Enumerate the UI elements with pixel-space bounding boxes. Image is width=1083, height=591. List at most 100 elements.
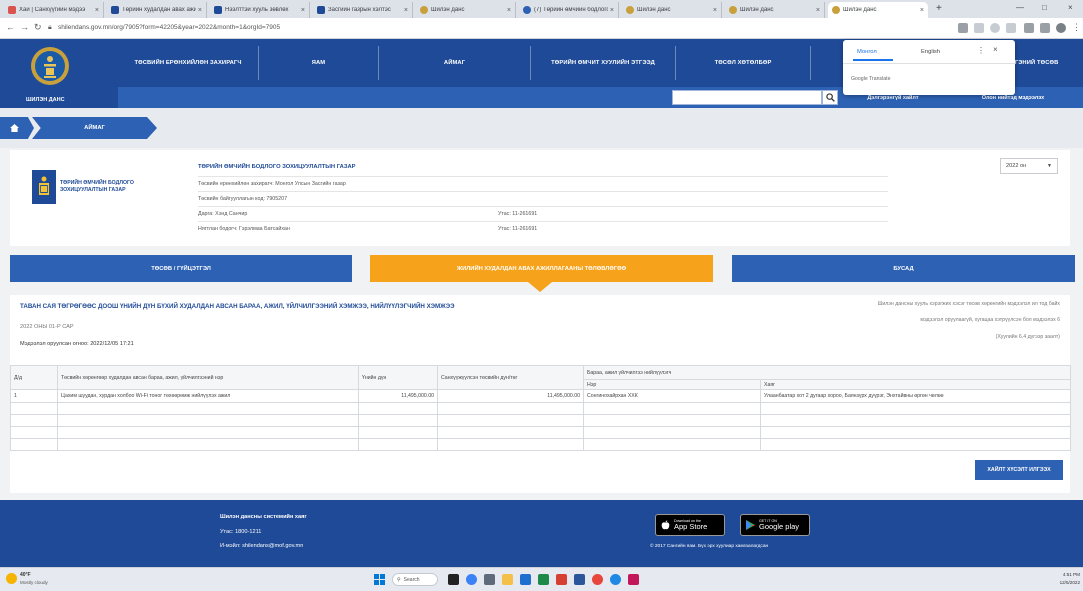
nav-projects-programs[interactable]: ТӨСӨЛ ХӨТӨЛБӨР: [676, 44, 810, 82]
tab-procurement-plan[interactable]: ЖИЛИЙН ХУДАЛДАН АВАХ АЖИЛЛАГААНЫ ТӨЛӨВЛӨ…: [370, 255, 713, 282]
windows-start-icon[interactable]: [374, 574, 385, 585]
browser-tab[interactable]: Нээлттэй хууль зөвлөх ×: [210, 2, 310, 18]
extension-icon[interactable]: [958, 23, 968, 33]
report-note: мэдээлэл оруулаагүй, хугацаа хэтрүүлсэн …: [920, 317, 1060, 323]
nav-ministries[interactable]: ЯАМ: [259, 44, 378, 82]
tab-close-icon[interactable]: ×: [816, 7, 820, 14]
table-cell: [583, 426, 761, 439]
browser-tab-title: Төрийн худалдан авах ажиллагаа: [122, 7, 196, 13]
tab-close-icon[interactable]: ×: [507, 7, 511, 14]
profile-icon[interactable]: [1056, 23, 1066, 33]
puzzle-icon[interactable]: [1006, 23, 1016, 33]
nav-aimag[interactable]: АЙМАГ: [379, 44, 530, 82]
chevron-down-icon: ▼: [1047, 163, 1052, 169]
browser-tab-title: Шилэн данс: [843, 7, 877, 13]
active-tab-pointer: [528, 282, 552, 292]
table-row-empty: [10, 426, 1072, 439]
nav-state-owned-entities[interactable]: ТӨРИЙН ӨМЧИТ ХУУЛИЙН ЭТГЭЭД: [531, 44, 675, 82]
nav-budget-governors[interactable]: ТӨСВИЙН ЕРӨНХИЙЛӨН ЗАХИРАГЧ: [118, 44, 258, 82]
taskbar-search-label: Search: [403, 576, 420, 583]
download-icon[interactable]: [1024, 23, 1034, 33]
table-cell: [358, 414, 438, 427]
word-icon[interactable]: [574, 574, 585, 585]
search-input[interactable]: [672, 90, 822, 105]
app-icon[interactable]: [628, 574, 639, 585]
edge-icon[interactable]: [610, 574, 621, 585]
footer-copyright: © 2017 Сангийн яам. Бүх эрх хуулиар хамг…: [650, 544, 769, 549]
widgets-icon[interactable]: [484, 574, 495, 585]
weather-icon[interactable]: [6, 573, 17, 584]
tab-close-icon[interactable]: ×: [404, 7, 408, 14]
taskbar-search[interactable]: ⚲ Search: [392, 573, 438, 586]
browser-tab[interactable]: Төрийн худалдан авах ажиллагаа×: [107, 2, 207, 18]
report-title: ТАВАН САЯ ТӨГРӨГӨӨС ДООШ ҮНИЙН ДҮН БҮХИЙ…: [20, 303, 455, 310]
browser-tab[interactable]: Шилэн данс ×: [416, 2, 516, 18]
tab-close-icon[interactable]: ×: [198, 7, 202, 14]
menu-kebab-icon[interactable]: ⋮: [1072, 22, 1081, 33]
lock-icon[interactable]: 🔒︎: [48, 22, 52, 33]
table-cell: [57, 438, 359, 451]
bookmark-star-icon[interactable]: [990, 23, 1000, 33]
browser-tab[interactable]: Хай | Санхүүгийн мэдээ ×: [4, 2, 104, 18]
excel-icon[interactable]: [538, 574, 549, 585]
organization-info-row: Нягтлан бодогч: Гэрэлмаа Батсайхан Утас: …: [198, 221, 888, 236]
organization-info-right: Утас: 11-261691: [498, 226, 538, 232]
clock-date[interactable]: 12/5/2022: [1042, 580, 1080, 585]
clock-time[interactable]: 4:51 PM: [1042, 572, 1080, 577]
maximize-icon[interactable]: □: [1042, 2, 1047, 14]
app-store-badge[interactable]: Download on the App Store: [655, 514, 725, 536]
chrome-icon[interactable]: [592, 574, 603, 585]
reload-icon[interactable]: ↻: [34, 22, 42, 33]
weather-desc[interactable]: Mostly cloudy: [20, 580, 48, 585]
browser-tab[interactable]: Шилэн данс ×: [725, 2, 825, 18]
google-play-badge[interactable]: GET IT ON Google play: [740, 514, 810, 536]
tab-close-icon[interactable]: ×: [95, 7, 99, 14]
browser-tab[interactable]: Засгийн газрын хэлтэс ×: [313, 2, 413, 18]
task-view-icon[interactable]: [448, 574, 459, 585]
organization-info-row: Дарга: Хэнд Санчир Утас: 11-261691: [198, 206, 888, 221]
tab-budget-performance[interactable]: ТӨСӨВ / ГҮЙЦЭТГЭЛ: [10, 255, 352, 282]
window-close-icon[interactable]: ×: [1068, 2, 1073, 14]
google-play-text: GET IT ON Google play: [759, 519, 799, 531]
search-icon: [825, 93, 835, 102]
url-field[interactable]: shilendans.gov.mn/org/7905?form=42205&ye…: [58, 24, 280, 31]
sidepanel-icon[interactable]: [1040, 23, 1050, 33]
tab-close-icon[interactable]: ×: [713, 7, 717, 14]
site-logo-label[interactable]: ШИЛЭН ДАНС: [26, 97, 65, 103]
browser-tab[interactable]: (7) Төрийн өмчийн бодлого ×: [519, 2, 619, 18]
tab-close-icon[interactable]: ×: [920, 7, 924, 14]
app-store-text: Download on the App Store: [674, 519, 707, 531]
send-request-button[interactable]: ХАЙЛТ ХҮСЭЛТ ИЛГЭЭХ: [975, 460, 1063, 480]
browser-tab-active[interactable]: Шилэн данс ×: [828, 2, 928, 18]
minimize-icon[interactable]: —: [1016, 2, 1024, 14]
procurement-table: Д/д Төсвийн хөрөнгөөр худалдан авсан бар…: [10, 365, 1072, 451]
file-explorer-icon[interactable]: [502, 574, 513, 585]
breadcrumb-item-aimag[interactable]: АЙМАГ: [32, 117, 157, 139]
browser-tab[interactable]: Шилэн данс ×: [622, 2, 722, 18]
share-icon[interactable]: [974, 23, 984, 33]
table-cell: [358, 438, 438, 451]
translate-label: Google Translate: [851, 76, 891, 82]
chat-icon[interactable]: [466, 574, 477, 585]
new-tab-icon[interactable]: +: [936, 3, 942, 15]
translate-close-icon[interactable]: ×: [993, 45, 998, 54]
translate-options-icon[interactable]: ⋮: [977, 46, 985, 55]
store-icon[interactable]: [520, 574, 531, 585]
weather-temp[interactable]: 40°F: [20, 572, 31, 578]
footer-email[interactable]: И-мэйл: shilendans@mof.gov.mn: [220, 543, 303, 549]
breadcrumb-home[interactable]: [0, 117, 34, 139]
tab-close-icon[interactable]: ×: [301, 7, 305, 14]
search-button[interactable]: [822, 90, 838, 105]
translate-target-lang-tab[interactable]: English: [921, 49, 940, 55]
back-icon[interactable]: ←: [6, 22, 15, 33]
tab-close-icon[interactable]: ×: [610, 7, 614, 14]
organization-logo-line: ТӨРИЙН ӨМЧИЙН БОДЛОГО: [60, 180, 134, 186]
translate-source-lang-tab[interactable]: Монгол: [857, 49, 877, 55]
google-play-label: Google play: [759, 522, 800, 531]
table-cell: [759, 414, 1072, 427]
tab-other[interactable]: БУСАД: [732, 255, 1075, 282]
forward-icon[interactable]: →: [20, 22, 29, 33]
powerpoint-icon[interactable]: [556, 574, 567, 585]
state-emblem-icon[interactable]: [30, 46, 70, 86]
year-select[interactable]: 2022 он ▼: [1000, 158, 1058, 174]
